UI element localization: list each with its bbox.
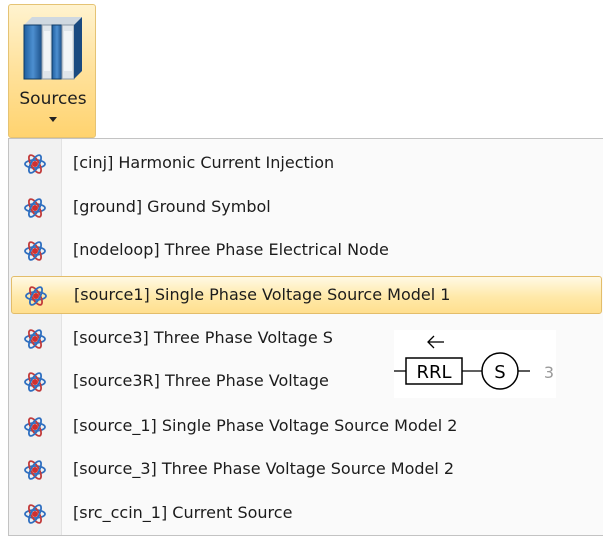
menu-item-label: [src_ccin_1] Current Source xyxy=(73,503,293,522)
menu-item-source-3[interactable]: [source_3] Three Phase Voltage Source Mo… xyxy=(11,451,602,489)
rrl-block-label: RRL xyxy=(416,362,451,383)
dropdown-arrow-icon xyxy=(49,117,57,122)
atom-icon xyxy=(25,286,47,306)
sources-ribbon-button[interactable]: Sources xyxy=(8,4,96,138)
menu-item-label: [ground] Ground Symbol xyxy=(73,197,271,216)
menu-item-label: [cinj] Harmonic Current Injection xyxy=(73,153,335,172)
rrl-source-schematic-icon: RRL S 3 xyxy=(394,335,554,390)
menu-item-label: [source1] Single Phase Voltage Source Mo… xyxy=(74,285,451,304)
atom-icon xyxy=(24,154,46,174)
sine-source-symbol: S xyxy=(494,362,505,383)
component-preview-tooltip: RRL S 3 xyxy=(394,330,556,398)
menu-item-src-ccin-1[interactable]: [src_ccin_1] Current Source xyxy=(11,495,602,533)
atom-icon xyxy=(24,460,46,480)
atom-icon xyxy=(24,372,46,392)
books-icon xyxy=(23,17,82,80)
atom-icon xyxy=(24,504,46,524)
menu-item-source1[interactable]: [source1] Single Phase Voltage Source Mo… xyxy=(11,276,602,314)
menu-item-label: [source3] Three Phase Voltage S xyxy=(73,328,333,347)
atom-icon xyxy=(24,417,46,437)
menu-item-cinj[interactable]: [cinj] Harmonic Current Injection xyxy=(11,145,602,183)
menu-item-label: [source3R] Three Phase Voltage xyxy=(73,371,329,390)
sources-button-label: Sources xyxy=(19,89,87,109)
atom-icon xyxy=(24,329,46,349)
truncated-label-suffix: 3 xyxy=(544,363,554,382)
menu-item-ground[interactable]: [ground] Ground Symbol xyxy=(11,189,602,227)
atom-icon xyxy=(24,241,46,261)
menu-item-label: [nodeloop] Three Phase Electrical Node xyxy=(73,240,389,259)
menu-item-source-1[interactable]: [source_1] Single Phase Voltage Source M… xyxy=(11,408,602,446)
menu-item-nodeloop[interactable]: [nodeloop] Three Phase Electrical Node xyxy=(11,232,602,270)
menu-item-label: [source_1] Single Phase Voltage Source M… xyxy=(73,416,458,435)
atom-icon xyxy=(24,198,46,218)
menu-item-label: [source_3] Three Phase Voltage Source Mo… xyxy=(73,459,455,478)
